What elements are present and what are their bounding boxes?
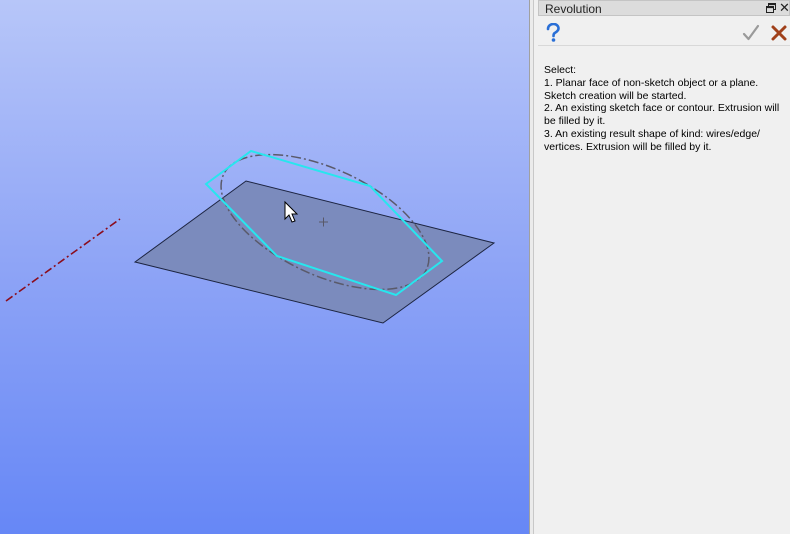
float-window-icon[interactable] [765, 2, 777, 14]
panel-title: Revolution [545, 2, 602, 16]
3d-viewport[interactable] [0, 0, 529, 534]
scene-canvas[interactable] [0, 0, 529, 534]
checkmark-icon[interactable] [742, 24, 760, 42]
property-panel: Revolution ✕ Select: 1. Planar face of n… [534, 0, 790, 534]
panel-title-bar: Revolution ✕ [538, 0, 790, 16]
close-icon[interactable]: ✕ [779, 1, 790, 15]
cancel-x-icon[interactable] [770, 24, 788, 42]
sketch-plane-face[interactable] [133, 180, 496, 324]
revolution-axis-line[interactable] [5, 218, 121, 302]
panel-toolbar [538, 20, 790, 46]
help-question-icon[interactable] [544, 23, 562, 43]
selection-help-text: Select: 1. Planar face of non-sketch obj… [544, 64, 780, 153]
